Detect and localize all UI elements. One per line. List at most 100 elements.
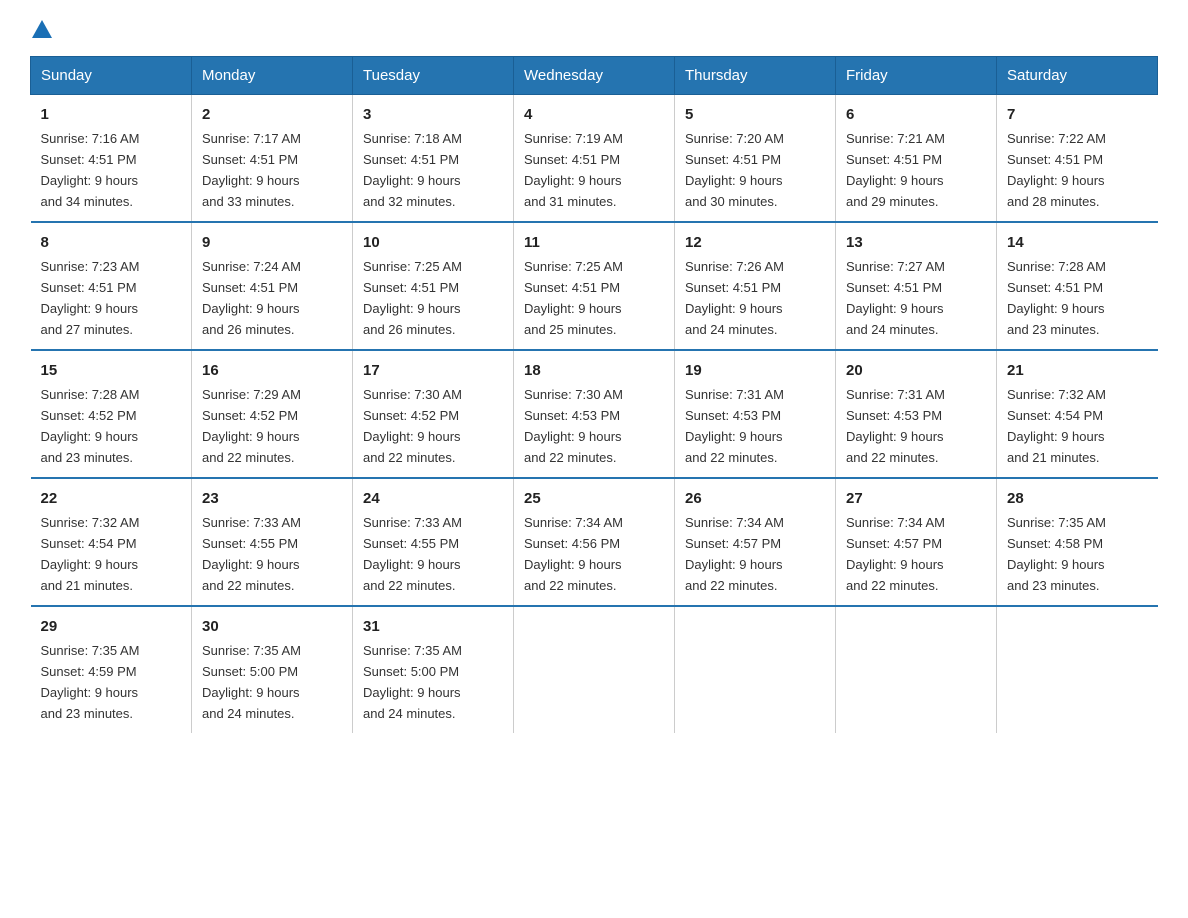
- day-number: 24: [363, 487, 503, 510]
- day-cell: 6 Sunrise: 7:21 AMSunset: 4:51 PMDaylight…: [836, 95, 997, 222]
- calendar-table: SundayMondayTuesdayWednesdayThursdayFrid…: [30, 56, 1158, 733]
- header-monday: Monday: [192, 57, 353, 95]
- day-info: Sunrise: 7:33 AMSunset: 4:55 PMDaylight:…: [202, 515, 301, 593]
- day-info: Sunrise: 7:31 AMSunset: 4:53 PMDaylight:…: [685, 387, 784, 465]
- day-info: Sunrise: 7:32 AMSunset: 4:54 PMDaylight:…: [1007, 387, 1106, 465]
- day-info: Sunrise: 7:34 AMSunset: 4:56 PMDaylight:…: [524, 515, 623, 593]
- day-number: 17: [363, 359, 503, 382]
- day-info: Sunrise: 7:32 AMSunset: 4:54 PMDaylight:…: [41, 515, 140, 593]
- day-info: Sunrise: 7:16 AMSunset: 4:51 PMDaylight:…: [41, 131, 140, 209]
- header-friday: Friday: [836, 57, 997, 95]
- day-number: 7: [1007, 103, 1148, 126]
- day-cell: 20 Sunrise: 7:31 AMSunset: 4:53 PMDayligh…: [836, 350, 997, 478]
- day-cell: [675, 606, 836, 733]
- day-cell: 5Sunrise: 7:20 AMSunset: 4:51 PMDaylight…: [675, 95, 836, 222]
- day-number: 15: [41, 359, 182, 382]
- day-info: Sunrise: 7:30 AMSunset: 4:52 PMDaylight:…: [363, 387, 462, 465]
- day-cell: 2 Sunrise: 7:17 AMSunset: 4:51 PMDaylight…: [192, 95, 353, 222]
- day-info: Sunrise: 7:21 AMSunset: 4:51 PMDaylight:…: [846, 131, 945, 209]
- day-cell: 25Sunrise: 7:34 AMSunset: 4:56 PMDayligh…: [514, 478, 675, 606]
- week-row-2: 8 Sunrise: 7:23 AMSunset: 4:51 PMDaylight…: [31, 222, 1158, 350]
- day-info: Sunrise: 7:33 AMSunset: 4:55 PMDaylight:…: [363, 515, 462, 593]
- week-row-4: 22Sunrise: 7:32 AMSunset: 4:54 PMDayligh…: [31, 478, 1158, 606]
- logo-triangle-icon: [32, 20, 52, 38]
- calendar-body: 1 Sunrise: 7:16 AMSunset: 4:51 PMDaylight…: [31, 95, 1158, 733]
- day-number: 18: [524, 359, 664, 382]
- day-info: Sunrise: 7:35 AMSunset: 4:58 PMDaylight:…: [1007, 515, 1106, 593]
- day-cell: 28Sunrise: 7:35 AMSunset: 4:58 PMDayligh…: [997, 478, 1158, 606]
- day-cell: 26 Sunrise: 7:34 AMSunset: 4:57 PMDayligh…: [675, 478, 836, 606]
- day-number: 9: [202, 231, 342, 254]
- day-number: 27: [846, 487, 986, 510]
- day-number: 16: [202, 359, 342, 382]
- day-number: 20: [846, 359, 986, 382]
- day-cell: 30 Sunrise: 7:35 AMSunset: 5:00 PMDayligh…: [192, 606, 353, 733]
- day-cell: 8 Sunrise: 7:23 AMSunset: 4:51 PMDaylight…: [31, 222, 192, 350]
- day-cell: 1 Sunrise: 7:16 AMSunset: 4:51 PMDaylight…: [31, 95, 192, 222]
- day-info: Sunrise: 7:34 AMSunset: 4:57 PMDaylight:…: [685, 515, 784, 593]
- day-number: 14: [1007, 231, 1148, 254]
- day-info: Sunrise: 7:19 AMSunset: 4:51 PMDaylight:…: [524, 131, 623, 209]
- day-number: 13: [846, 231, 986, 254]
- day-cell: 23 Sunrise: 7:33 AMSunset: 4:55 PMDayligh…: [192, 478, 353, 606]
- day-number: 12: [685, 231, 825, 254]
- day-info: Sunrise: 7:23 AMSunset: 4:51 PMDaylight:…: [41, 259, 140, 337]
- day-info: Sunrise: 7:17 AMSunset: 4:51 PMDaylight:…: [202, 131, 301, 209]
- day-number: 10: [363, 231, 503, 254]
- day-number: 21: [1007, 359, 1148, 382]
- day-cell: 15 Sunrise: 7:28 AMSunset: 4:52 PMDayligh…: [31, 350, 192, 478]
- day-info: Sunrise: 7:35 AMSunset: 4:59 PMDaylight:…: [41, 643, 140, 721]
- day-info: Sunrise: 7:27 AMSunset: 4:51 PMDaylight:…: [846, 259, 945, 337]
- day-info: Sunrise: 7:29 AMSunset: 4:52 PMDaylight:…: [202, 387, 301, 465]
- day-number: 31: [363, 615, 503, 638]
- day-number: 1: [41, 103, 182, 126]
- day-cell: 21 Sunrise: 7:32 AMSunset: 4:54 PMDayligh…: [997, 350, 1158, 478]
- header-wednesday: Wednesday: [514, 57, 675, 95]
- day-cell: 4Sunrise: 7:19 AMSunset: 4:51 PMDaylight…: [514, 95, 675, 222]
- day-info: Sunrise: 7:35 AMSunset: 5:00 PMDaylight:…: [202, 643, 301, 721]
- day-number: 26: [685, 487, 825, 510]
- day-cell: 24 Sunrise: 7:33 AMSunset: 4:55 PMDayligh…: [353, 478, 514, 606]
- day-cell: [836, 606, 997, 733]
- day-cell: 29 Sunrise: 7:35 AMSunset: 4:59 PMDayligh…: [31, 606, 192, 733]
- header-sunday: Sunday: [31, 57, 192, 95]
- header-thursday: Thursday: [675, 57, 836, 95]
- day-cell: 31Sunrise: 7:35 AMSunset: 5:00 PMDayligh…: [353, 606, 514, 733]
- day-number: 30: [202, 615, 342, 638]
- day-cell: 11 Sunrise: 7:25 AMSunset: 4:51 PMDayligh…: [514, 222, 675, 350]
- day-info: Sunrise: 7:25 AMSunset: 4:51 PMDaylight:…: [524, 259, 623, 337]
- logo: [30, 20, 54, 38]
- day-info: Sunrise: 7:22 AMSunset: 4:51 PMDaylight:…: [1007, 131, 1106, 209]
- day-cell: 10 Sunrise: 7:25 AMSunset: 4:51 PMDayligh…: [353, 222, 514, 350]
- day-cell: 17 Sunrise: 7:30 AMSunset: 4:52 PMDayligh…: [353, 350, 514, 478]
- day-cell: 22Sunrise: 7:32 AMSunset: 4:54 PMDayligh…: [31, 478, 192, 606]
- day-number: 2: [202, 103, 342, 126]
- day-info: Sunrise: 7:25 AMSunset: 4:51 PMDaylight:…: [363, 259, 462, 337]
- day-cell: [514, 606, 675, 733]
- day-cell: 27 Sunrise: 7:34 AMSunset: 4:57 PMDayligh…: [836, 478, 997, 606]
- day-cell: 18 Sunrise: 7:30 AMSunset: 4:53 PMDayligh…: [514, 350, 675, 478]
- day-info: Sunrise: 7:30 AMSunset: 4:53 PMDaylight:…: [524, 387, 623, 465]
- week-row-1: 1 Sunrise: 7:16 AMSunset: 4:51 PMDaylight…: [31, 95, 1158, 222]
- header-tuesday: Tuesday: [353, 57, 514, 95]
- header-row: SundayMondayTuesdayWednesdayThursdayFrid…: [31, 57, 1158, 95]
- day-info: Sunrise: 7:28 AMSunset: 4:52 PMDaylight:…: [41, 387, 140, 465]
- day-info: Sunrise: 7:34 AMSunset: 4:57 PMDaylight:…: [846, 515, 945, 593]
- day-cell: 7 Sunrise: 7:22 AMSunset: 4:51 PMDaylight…: [997, 95, 1158, 222]
- calendar-header: SundayMondayTuesdayWednesdayThursdayFrid…: [31, 57, 1158, 95]
- day-cell: 16 Sunrise: 7:29 AMSunset: 4:52 PMDayligh…: [192, 350, 353, 478]
- day-number: 11: [524, 231, 664, 254]
- day-info: Sunrise: 7:31 AMSunset: 4:53 PMDaylight:…: [846, 387, 945, 465]
- day-number: 5: [685, 103, 825, 126]
- day-info: Sunrise: 7:26 AMSunset: 4:51 PMDaylight:…: [685, 259, 784, 337]
- page-header: [30, 20, 1158, 38]
- day-number: 23: [202, 487, 342, 510]
- day-number: 6: [846, 103, 986, 126]
- day-number: 29: [41, 615, 182, 638]
- day-cell: [997, 606, 1158, 733]
- day-number: 8: [41, 231, 182, 254]
- week-row-3: 15 Sunrise: 7:28 AMSunset: 4:52 PMDayligh…: [31, 350, 1158, 478]
- day-info: Sunrise: 7:28 AMSunset: 4:51 PMDaylight:…: [1007, 259, 1106, 337]
- week-row-5: 29 Sunrise: 7:35 AMSunset: 4:59 PMDayligh…: [31, 606, 1158, 733]
- day-info: Sunrise: 7:24 AMSunset: 4:51 PMDaylight:…: [202, 259, 301, 337]
